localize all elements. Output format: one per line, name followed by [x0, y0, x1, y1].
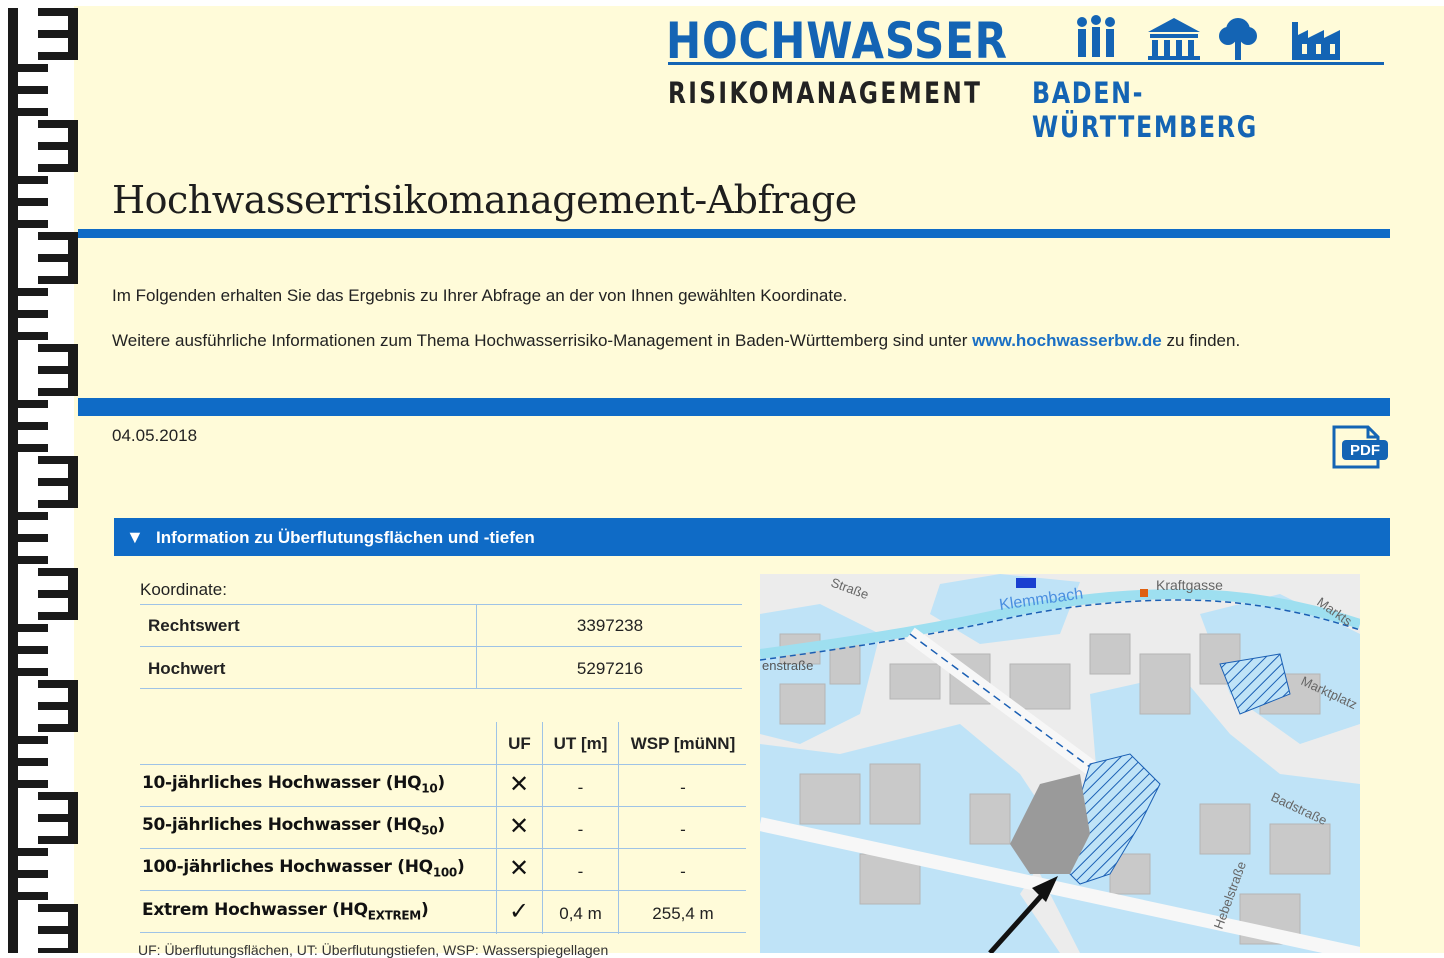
info-text: Weitere ausführliche Informationen zum T…: [112, 331, 1240, 351]
gauge-spine: [8, 736, 18, 788]
pdf-icon-label: PDF: [1350, 442, 1380, 459]
wsp-hq50: -: [680, 820, 686, 839]
gauge-spine: [68, 456, 78, 508]
hochwert-label: Hochwert: [148, 659, 226, 678]
logo-region: BADEN-WÜRTTEMBERG: [1032, 76, 1258, 144]
gauge-spine: [8, 848, 18, 900]
rechtswert-label: Rechtswert: [148, 616, 240, 635]
panel-title: Information zu Überflutungsflächen und -…: [156, 528, 535, 547]
map-label-kraftgasse: Kraftgasse: [1156, 577, 1223, 593]
section-divider: [78, 398, 1390, 416]
gauge-spine: [8, 64, 18, 116]
row-label-hq100: 100-jährliches Hochwasser (HQ100): [142, 857, 465, 880]
gauge-spine: [68, 568, 78, 620]
column-header-ut: UT [m]: [553, 734, 608, 753]
coord-table-bottom-line: [140, 688, 742, 689]
koordinate-label: Koordinate:: [140, 580, 227, 599]
flood-table-line: [140, 890, 746, 891]
column-header-uf: UF: [508, 734, 531, 753]
page: HOCHWASSER RISIKOMANAGEMENT BADEN-WÜRTTE…: [0, 0, 1444, 958]
gauge-spine: [8, 288, 18, 340]
wsp-hq100: -: [680, 862, 686, 881]
coord-table-mid-line: [140, 646, 742, 647]
gauge-spine: [8, 400, 18, 452]
gauge-spine: [68, 344, 78, 396]
info-text-pre: Weitere ausführliche Informationen zum T…: [112, 331, 973, 350]
flood-map[interactable]: Klemmbach Kraftgasse Markts enstraße Mar…: [760, 574, 1360, 953]
intro-text: Im Folgenden erhalten Sie das Ergebnis z…: [112, 286, 848, 305]
table-footnote: UF: Überflutungsflächen, UT: Überflutung…: [138, 942, 609, 958]
column-header-wsp: WSP [müNN]: [630, 734, 736, 753]
hochwert-value: 5297216: [576, 659, 644, 678]
gauge-spine: [68, 904, 78, 953]
pdf-icon[interactable]: PDF: [1330, 424, 1390, 470]
gauge-spine: [8, 624, 18, 676]
panel-header-overflow-info[interactable]: ▼ Information zu Überflutungsflächen und…: [114, 518, 1390, 556]
ut-hqextrem: 0,4 m: [559, 904, 602, 923]
hochwasser-logo[interactable]: HOCHWASSER RISIKOMANAGEMENT BADEN-WÜRTTE…: [666, 10, 1388, 144]
water-gauge-scale: [8, 8, 78, 953]
row-label-hqextrem: Extrem Hochwasser (HQEXTREM): [142, 900, 429, 923]
row-label-hq10-sub: 10: [421, 781, 438, 796]
row-label-hq10: 10-jährliches Hochwasser (HQ10): [142, 773, 445, 795]
flood-map-image: Klemmbach Kraftgasse Markts enstraße Mar…: [760, 574, 1360, 953]
rechtswert-value: 3397238: [576, 616, 644, 635]
gauge-spine: [68, 120, 78, 172]
row-label-hqextrem-close: ): [420, 900, 429, 920]
row-label-hq10-text: 10-jährliches Hochwasser (HQ: [142, 773, 422, 793]
hochwasserbw-link[interactable]: www.hochwasserbw.de: [972, 331, 1162, 350]
gauge-spine: [68, 792, 78, 844]
ut-hq100: -: [577, 862, 584, 881]
gauge-spine: [68, 232, 78, 284]
query-date: 04.05.2018: [112, 426, 198, 445]
row-label-hq100-sub: 100: [432, 865, 457, 880]
row-label-hq50-sub: 50: [421, 823, 438, 838]
flood-table-line: [140, 764, 746, 765]
gauge-spine: [68, 8, 78, 60]
row-label-hqextrem-sub: EXTREM: [367, 908, 422, 923]
coord-table-top-line: [140, 604, 742, 605]
uf-hq50-cross-icon: ✕: [508, 813, 530, 840]
ut-hq10: -: [577, 778, 584, 797]
ut-hq50: -: [577, 820, 584, 839]
page-title: Hochwasserrisikomanagement-Abfrage: [112, 178, 857, 222]
gauge-spine: [8, 512, 18, 564]
flood-table-line: [140, 848, 746, 849]
coord-table-divider: [476, 604, 477, 688]
info-text-post: zu finden.: [1161, 331, 1241, 350]
row-label-hq100-text: 100-jährliches Hochwasser (HQ: [142, 857, 433, 877]
uf-hqextrem-check-icon: ✓: [508, 898, 530, 925]
logo-pictogram-icon: [1077, 15, 1340, 60]
row-label-hq50-text: 50-jährliches Hochwasser (HQ: [142, 815, 422, 835]
row-label-hq50-close: ): [437, 815, 445, 835]
uf-hq10-cross-icon: ✕: [508, 771, 530, 798]
triangle-down-icon[interactable]: ▼: [126, 527, 144, 548]
row-label-hq10-close: ): [437, 773, 445, 793]
gauge-spine: [68, 680, 78, 732]
map-label-enstrasse: enstraße: [762, 658, 813, 673]
row-label-hqextrem-text: Extrem Hochwasser (HQ: [142, 900, 368, 920]
logo-subtitle: RISIKOMANAGEMENT: [668, 76, 983, 110]
title-divider: [78, 229, 1390, 238]
uf-hq100-cross-icon: ✕: [508, 855, 530, 882]
row-label-hq100-close: ): [456, 857, 465, 877]
flood-table-line: [140, 806, 746, 807]
flood-table-line: [140, 932, 746, 933]
wsp-hq10: -: [680, 778, 686, 797]
logo-rule: [668, 62, 1384, 65]
wsp-hqextrem: 255,4 m: [652, 904, 714, 923]
gauge-spine: [8, 176, 18, 228]
row-label-hq50: 50-jährliches Hochwasser (HQ50): [142, 815, 445, 837]
